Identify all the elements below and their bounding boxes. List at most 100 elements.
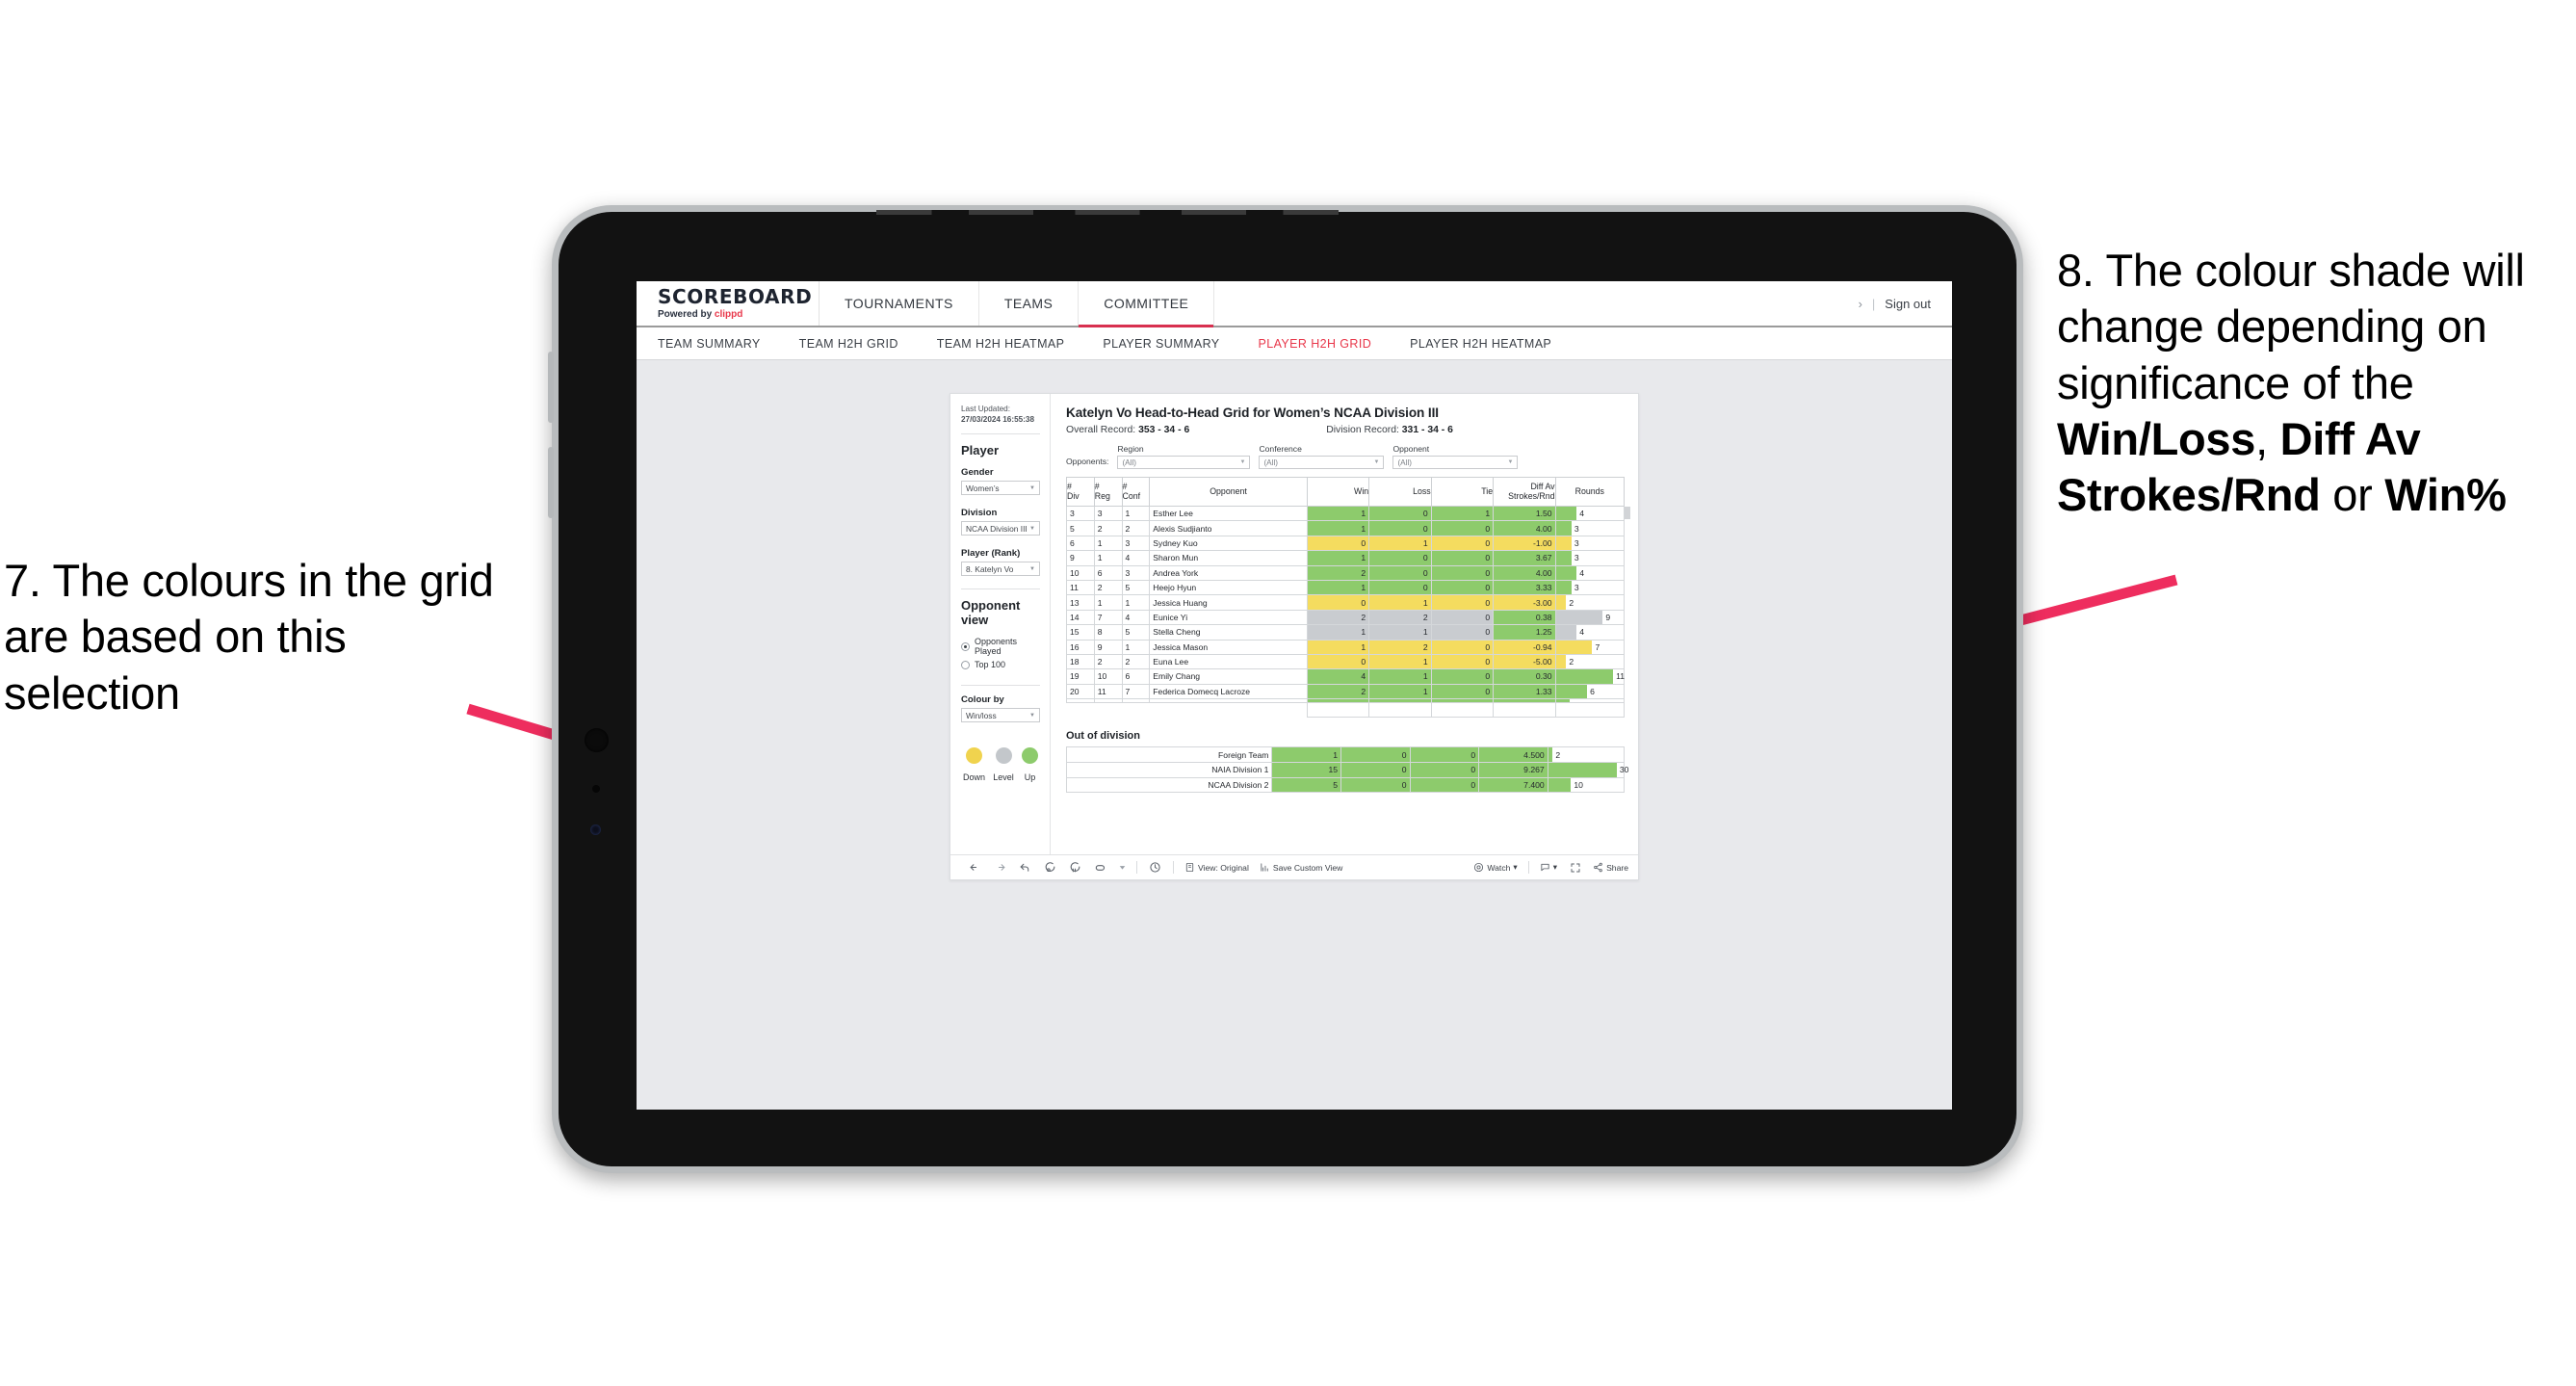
col-header-div[interactable]: # Div	[1066, 477, 1095, 507]
redo-icon[interactable]	[993, 860, 1007, 875]
volume-down-button[interactable]	[548, 447, 554, 518]
rounds-bar	[1555, 521, 1572, 536]
table-row[interactable]: 11 2 5 Heejo Hyun 1 0 0 3.33 3	[1066, 579, 1626, 596]
out-of-division-row[interactable]: NCAA Division 2 5 0 0 7.400 10	[1065, 776, 1626, 794]
rounds-bar-wrap: 4	[1555, 625, 1624, 640]
fullscreen-icon[interactable]	[1568, 860, 1582, 875]
last-updated-value: 27/03/2024 16:55:38	[961, 415, 1035, 425]
table-row[interactable]: 13 1 1 Jessica Huang 0 1 0 -3.00 2	[1066, 594, 1626, 611]
col-header-diff[interactable]: Diff Av Strokes/Rnd	[1493, 477, 1556, 507]
col-header-loss[interactable]: Loss	[1368, 477, 1432, 507]
grid-scrollbar-thumb[interactable]	[1625, 507, 1630, 519]
shape-icon[interactable]	[1093, 860, 1107, 875]
viz-title: Katelyn Vo Head-to-Head Grid for Women’s…	[1066, 405, 1439, 420]
table-cell: Foreign Team	[1065, 746, 1273, 764]
h2h-grid-head: # Div # Reg # Conf Opponent Win Loss Tie Di…	[1066, 477, 1626, 507]
col-header-tie[interactable]: Tie	[1430, 477, 1495, 507]
undo-icon[interactable]	[968, 860, 982, 875]
subnav-item-player-h2h-grid[interactable]: PLAYER H2H GRID	[1259, 337, 1372, 351]
watch-button[interactable]: Watch ▾	[1473, 862, 1518, 873]
subnav-item-team-h2h-heatmap[interactable]: TEAM H2H HEATMAP	[937, 337, 1065, 351]
out-of-division-table: Foreign Team 1 0 0 4.500 2 NAIA Division 1 15 0 0…	[1065, 746, 1628, 794]
col-header-rounds[interactable]: Rounds	[1554, 477, 1626, 507]
chevron-right-icon[interactable]: ›	[1859, 297, 1862, 311]
nav-item-tournaments[interactable]: TOURNAMENTS	[820, 281, 979, 326]
out-of-division-row[interactable]: Foreign Team 1 0 0 4.500 2	[1065, 746, 1626, 764]
sign-out-link[interactable]: Sign out	[1885, 297, 1931, 311]
player-rank-select[interactable]: 8. Katelyn Vo ▼	[961, 562, 1040, 577]
opponent-filter-select[interactable]: (All) ▼	[1392, 456, 1519, 469]
conference-filter-select[interactable]: (All) ▼	[1259, 456, 1385, 469]
table-cell: 20	[1066, 683, 1095, 700]
dashboard-canvas: Last Updated: 27/03/2024 16:55:38 Player…	[637, 360, 1952, 1108]
player-rank-label: Player (Rank)	[961, 548, 1021, 560]
table-cell: 0	[1306, 653, 1370, 670]
revert-icon[interactable]	[1018, 860, 1032, 875]
table-cell: 2	[1306, 564, 1370, 581]
radio-opponents-played[interactable]: Opponents Played	[961, 637, 1040, 656]
rounds-value: 3	[1574, 553, 1579, 563]
legend-label-level: Level	[993, 772, 1014, 783]
table-cell: -1.00	[1493, 535, 1556, 552]
gender-select[interactable]: Women’s ▼	[961, 481, 1040, 496]
col-header-opponent[interactable]: Opponent	[1149, 477, 1308, 507]
table-cell: 5	[1066, 520, 1095, 536]
radio-top-100[interactable]: Top 100	[961, 660, 1040, 669]
division-select[interactable]: NCAA Division III ▼	[961, 521, 1040, 536]
comment-button[interactable]: ▾	[1540, 862, 1557, 873]
rounds-bar-wrap: 4	[1555, 507, 1624, 521]
out-of-division-row[interactable]: NAIA Division 1 15 0 0 9.267 30	[1065, 762, 1628, 778]
col-header-conf[interactable]: # Conf	[1121, 477, 1151, 507]
table-cell: 1.50	[1493, 505, 1556, 522]
share-label: Share	[1606, 862, 1628, 873]
nav-item-committee[interactable]: COMMITTEE	[1079, 281, 1215, 327]
subnav-item-player-summary[interactable]: PLAYER SUMMARY	[1103, 337, 1219, 351]
table-row[interactable]: 6 1 3 Sydney Kuo 0 1 0 -1.00 3	[1066, 535, 1626, 552]
pause-icon[interactable]	[1068, 860, 1082, 875]
table-cell: 1	[1368, 624, 1432, 641]
table-row[interactable]: 19 10 6 Emily Chang 4 1 0 0.30 11	[1066, 668, 1626, 685]
table-cell: 5	[1271, 776, 1341, 794]
table-row[interactable]: 10 6 3 Andrea York 2 0 0 4.00 4	[1066, 564, 1626, 581]
table-row[interactable]: 3 3 1 Esther Lee 1 0 1 1.50 4	[1066, 505, 1626, 522]
table-row[interactable]: 20 11 7 Federica Domecq Lacroze 2 1 0 1.33 6	[1066, 683, 1626, 700]
table-cell: 1	[1121, 594, 1151, 611]
app-logo[interactable]: SCOREBOARD Powered by clippd	[637, 281, 820, 326]
table-row[interactable]: 9 1 4 Sharon Mun 1 0 0 3.67 3	[1066, 550, 1626, 566]
table-row[interactable]: 5 2 2 Alexis Sudjianto 1 0 0 4.00 3	[1066, 520, 1626, 536]
table-row[interactable]: 14 7 4 Eunice Yi 2 2 0 0.38 9	[1066, 609, 1626, 626]
rounds-value: 11	[1616, 671, 1626, 682]
division-label: Division	[961, 508, 998, 519]
table-row[interactable]: 15 8 5 Stella Cheng 1 1 0 1.25 4	[1066, 624, 1626, 641]
table-cell: 4	[1121, 550, 1151, 566]
subnav-item-player-h2h-heatmap[interactable]: PLAYER H2H HEATMAP	[1410, 337, 1551, 351]
share-button[interactable]: Share	[1593, 862, 1628, 873]
view-original-button[interactable]: View: Original	[1184, 862, 1249, 873]
grid-scrollbar-track[interactable]	[1625, 506, 1630, 650]
col-header-reg[interactable]: # Reg	[1093, 477, 1123, 507]
save-custom-view-button[interactable]: Save Custom View	[1260, 862, 1342, 873]
table-cell: Sharon Mun	[1149, 550, 1308, 566]
workbook-body: Last Updated: 27/03/2024 16:55:38 Player…	[950, 394, 1638, 854]
table-row[interactable]: 18 2 2 Euna Lee 0 1 0 -5.00 2	[1066, 653, 1626, 670]
subnav-item-team-h2h-grid[interactable]: TEAM H2H GRID	[799, 337, 898, 351]
table-cell: 3.33	[1493, 579, 1556, 596]
table-cell: 4.00	[1493, 564, 1556, 581]
nav-item-teams[interactable]: TEAMS	[979, 281, 1080, 326]
col-header-win[interactable]: Win	[1306, 477, 1370, 507]
annotation-text: or	[2320, 469, 2385, 521]
volume-up-button[interactable]	[548, 352, 554, 423]
table-cell: 6	[1093, 564, 1123, 581]
table-cell: 13	[1066, 594, 1095, 611]
refresh-icon[interactable]	[1043, 860, 1057, 875]
tablet-device-frame: SCOREBOARD Powered by clippd TOURNAMENTS…	[548, 205, 2023, 1173]
region-filter-select[interactable]: (All) ▼	[1117, 456, 1251, 469]
subnav-item-team-summary[interactable]: TEAM SUMMARY	[658, 337, 761, 351]
clock-icon[interactable]	[1148, 860, 1162, 875]
table-cell: 1	[1368, 535, 1432, 552]
table-cell: Jessica Huang	[1149, 594, 1308, 611]
dropdown-caret-icon[interactable]	[1118, 860, 1126, 875]
colour-by-select[interactable]: Win/loss ▼	[961, 708, 1040, 723]
table-cell: 1	[1306, 639, 1370, 655]
table-row[interactable]: 16 9 1 Jessica Mason 1 2 0 -0.94 7	[1066, 639, 1626, 655]
